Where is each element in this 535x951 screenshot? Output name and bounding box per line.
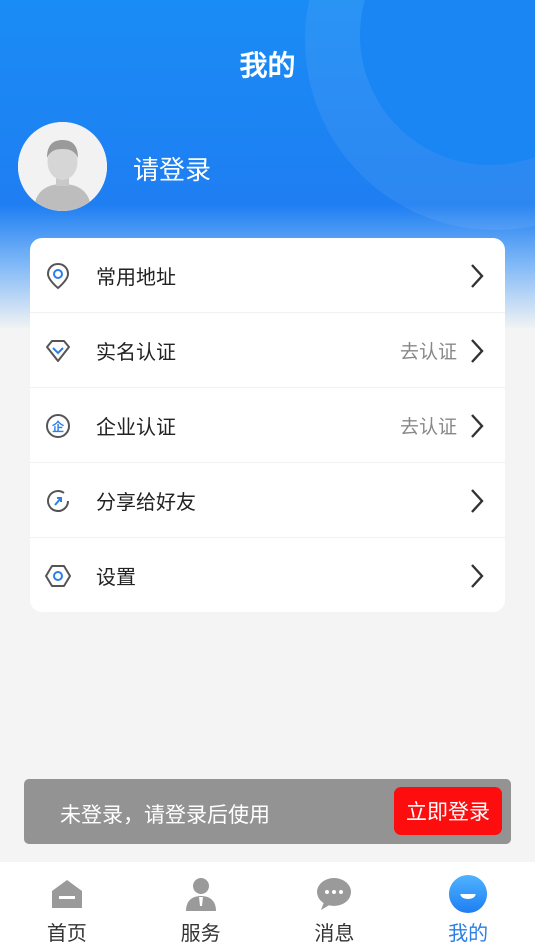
chevron-right-icon — [471, 414, 484, 438]
tab-label: 消息 — [314, 921, 355, 945]
menu-item-hint: 去认证 — [399, 415, 457, 438]
login-banner: 未登录，请登录后使用 立即登录 — [24, 779, 511, 844]
chevron-right-icon — [471, 339, 484, 363]
bottom-tab-bar: 首页 服务 消息 我的 — [0, 862, 535, 951]
menu-item-label: 常用地址 — [96, 264, 176, 289]
tab-label: 首页 — [46, 921, 87, 945]
chevron-right-icon — [471, 264, 484, 288]
menu-item-label: 设置 — [96, 565, 136, 589]
menu-item-enterprise[interactable]: 企 企业认证 去认证 — [30, 388, 505, 463]
diamond-check-icon — [44, 337, 72, 365]
chevron-right-icon — [471, 489, 484, 513]
tab-label: 服务 — [180, 921, 221, 945]
enterprise-icon: 企 — [44, 412, 72, 440]
tab-label: 我的 — [448, 921, 489, 945]
tab-profile[interactable]: 我的 — [401, 862, 535, 951]
menu-item-address[interactable]: 常用地址 — [30, 238, 505, 313]
share-icon — [44, 487, 72, 515]
service-person-icon — [181, 874, 221, 914]
avatar[interactable] — [18, 122, 107, 211]
location-pin-icon — [44, 262, 72, 290]
menu-item-label: 分享给好友 — [96, 489, 196, 514]
tab-home[interactable]: 首页 — [0, 862, 134, 951]
tab-messages[interactable]: 消息 — [268, 862, 402, 951]
hexagon-settings-icon — [44, 562, 72, 590]
menu-item-label: 实名认证 — [96, 339, 176, 364]
menu-item-label: 企业认证 — [96, 414, 176, 439]
tab-service[interactable]: 服务 — [134, 862, 268, 951]
profile-icon — [448, 874, 488, 914]
login-now-button[interactable]: 立即登录 — [394, 787, 502, 835]
home-icon — [47, 874, 87, 914]
menu-item-hint: 去认证 — [399, 340, 457, 363]
menu-item-settings[interactable]: 设置 — [30, 538, 505, 612]
menu-card: 常用地址 实名认证 去认证 企 企业认证 去认证 分享给好友 设置 — [30, 238, 505, 612]
message-icon — [314, 874, 354, 914]
chevron-right-icon — [471, 564, 484, 588]
login-banner-text: 未登录，请登录后使用 — [60, 803, 270, 827]
page-title: 我的 — [239, 49, 296, 82]
default-avatar-icon — [18, 122, 107, 211]
menu-item-realname[interactable]: 实名认证 去认证 — [30, 313, 505, 388]
svg-text:企: 企 — [51, 419, 65, 434]
menu-item-share[interactable]: 分享给好友 — [30, 463, 505, 538]
login-prompt[interactable]: 请登录 — [133, 150, 211, 187]
